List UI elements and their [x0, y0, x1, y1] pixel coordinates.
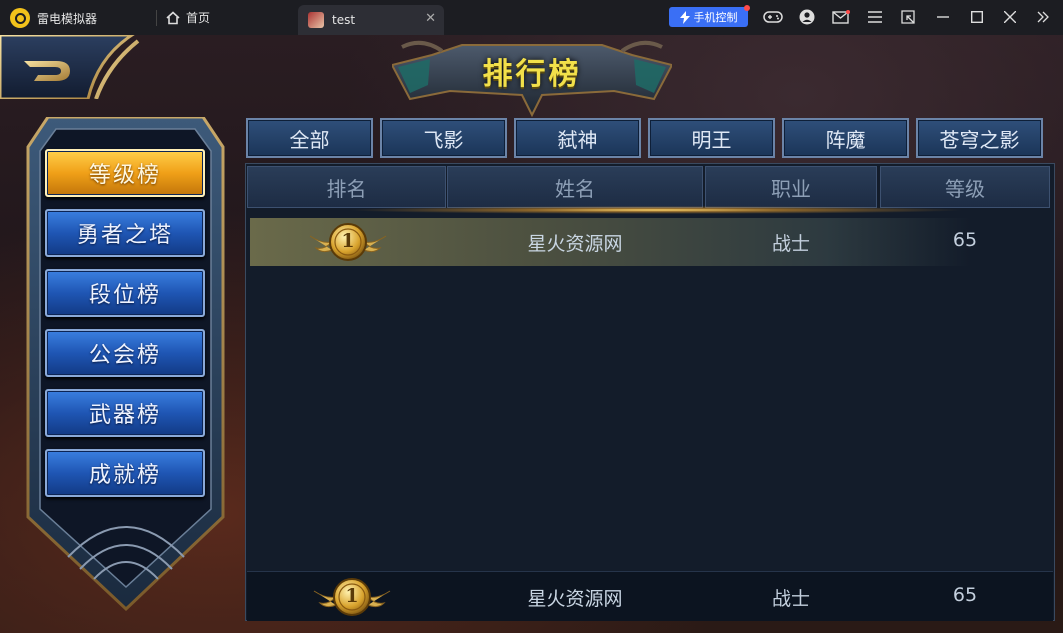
close-window-icon[interactable]: [1000, 7, 1020, 27]
my-rank-value: 1: [345, 585, 359, 607]
minimize-icon[interactable]: [933, 7, 953, 27]
leaderboard-table: 排名 姓名 职业 等级 1 星火资源网 战士 65 1 星火资源网 战士 65: [245, 163, 1055, 621]
home-tab[interactable]: 首页: [166, 9, 210, 26]
app-brand: 雷电模拟器: [10, 8, 97, 28]
mail-icon[interactable]: [831, 7, 851, 27]
game-favicon-icon: [308, 12, 324, 28]
home-tab-label: 首页: [186, 11, 211, 25]
tab-all[interactable]: 全部: [246, 118, 373, 158]
gamepad-icon[interactable]: [763, 7, 783, 27]
tab-mingwang[interactable]: 明王: [648, 118, 775, 158]
tab-feiying[interactable]: 飞影: [380, 118, 507, 158]
menu-weapon-rank[interactable]: 武器榜: [45, 389, 205, 437]
player-level: 65: [952, 229, 978, 251]
player-class: 战士: [771, 233, 810, 255]
notification-dot: [744, 5, 750, 11]
emulator-titlebar: 雷电模拟器 首页 test ✕ 手机控制: [0, 0, 1063, 35]
ldplayer-logo-icon: [10, 8, 30, 28]
menu-guild-rank[interactable]: 公会榜: [45, 329, 205, 377]
header-class: 职业: [705, 166, 877, 208]
header-name: 姓名: [447, 166, 703, 208]
rank-value: 1: [341, 230, 355, 252]
user-avatar-icon[interactable]: [797, 7, 817, 27]
expand-sidebar-icon[interactable]: [1033, 7, 1053, 27]
screen-shrink-icon[interactable]: [898, 7, 918, 27]
menu-achievement-rank[interactable]: 成就榜: [45, 449, 205, 497]
titlebar-divider: [156, 10, 157, 26]
phone-control-button[interactable]: 手机控制: [669, 5, 750, 27]
banner-title: 排行榜: [482, 57, 582, 92]
player-name: 星火资源网: [527, 233, 623, 255]
menu-icon[interactable]: [865, 7, 885, 27]
my-name: 星火资源网: [527, 588, 623, 610]
leaderboard-banner: 排行榜: [392, 37, 672, 117]
tab-cangqiong[interactable]: 苍穹之影: [916, 118, 1043, 158]
my-level: 65: [952, 584, 978, 606]
tab-zhenmo[interactable]: 阵魔: [782, 118, 909, 158]
my-class: 战士: [771, 588, 810, 610]
my-rank-row: 1 星火资源网 战士 65: [247, 571, 1053, 621]
close-tab-icon[interactable]: ✕: [425, 11, 436, 26]
tab-test[interactable]: test ✕: [298, 5, 444, 35]
menu-level-rank[interactable]: 等级榜: [45, 149, 205, 197]
header-rank: 排名: [247, 166, 446, 208]
header-level: 等级: [880, 166, 1050, 208]
maximize-icon[interactable]: [967, 7, 987, 27]
tab-shishen[interactable]: 弑神: [514, 118, 641, 158]
back-button[interactable]: [0, 35, 140, 99]
game-screen: 排行榜 等级榜 勇者之塔 段位榜 公会榜 武器榜 成就榜 全部 飞影 弑神 明王…: [0, 35, 1063, 633]
phone-control-label: 手机控制: [693, 11, 738, 24]
app-name: 雷电模拟器: [37, 11, 98, 26]
tab-test-label: test: [332, 13, 356, 27]
row-highlight-glow: [346, 206, 966, 214]
lightning-icon: [679, 10, 690, 24]
menu-hero-tower[interactable]: 勇者之塔: [45, 209, 205, 257]
home-icon: [166, 10, 180, 24]
menu-tier-rank[interactable]: 段位榜: [45, 269, 205, 317]
